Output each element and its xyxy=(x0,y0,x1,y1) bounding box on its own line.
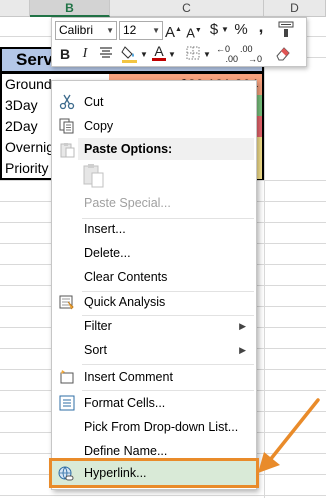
annotation-arrow-icon xyxy=(258,398,320,473)
